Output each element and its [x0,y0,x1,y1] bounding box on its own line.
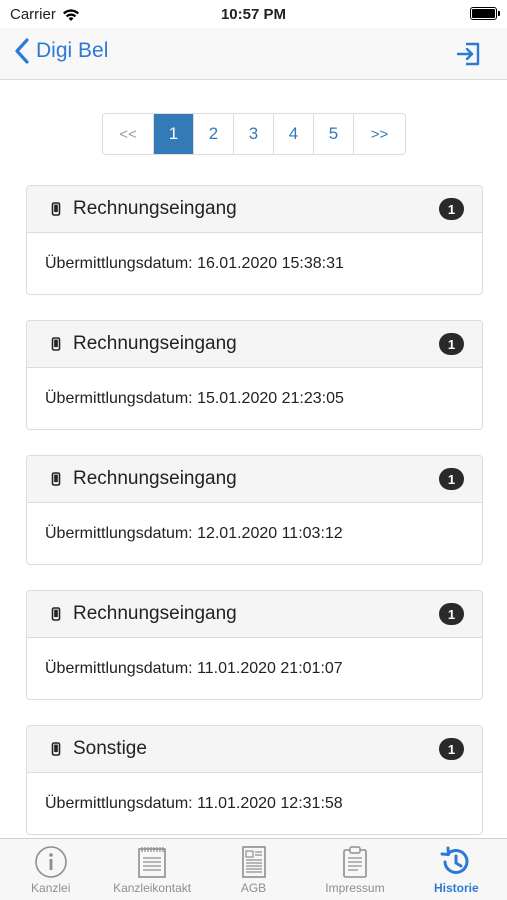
back-button[interactable]: Digi Bel [14,38,108,64]
entry-date: Übermittlungsdatum: 16.01.2020 15:38:31 [45,254,344,272]
page-button-2[interactable]: 2 [194,114,234,154]
status-bar: Carrier 10:57 PM [0,0,507,28]
clipboard-icon [343,846,367,878]
document-icon [241,846,266,878]
tab-kanzleikontakt[interactable]: Kanzleikontakt [101,839,202,900]
page-button-1[interactable]: 1 [154,114,194,154]
phone-icon [51,337,61,351]
history-entry[interactable]: Rechnungseingang 1 Übermittlungsdatum: 1… [26,455,483,565]
pagination: << 1 2 3 4 5 >> [102,113,406,155]
tab-historie[interactable]: Historie [406,839,507,900]
logout-icon [456,42,480,66]
tab-bar: Kanzlei Kanzleikontakt AGB Impressum His… [0,838,507,900]
clock: 10:57 PM [220,6,287,23]
entry-date: Übermittlungsdatum: 11.01.2020 12:31:58 [45,794,343,812]
count-badge: 1 [439,333,464,355]
phone-icon [51,202,61,216]
tab-kanzlei[interactable]: Kanzlei [0,839,101,900]
phone-icon [51,742,61,756]
history-content: << 1 2 3 4 5 >> Rechnungseingang 1 Überm… [0,81,507,838]
entry-date: Übermittlungsdatum: 15.01.2020 21:23:05 [45,389,344,407]
count-badge: 1 [439,468,464,490]
tab-label: Historie [433,881,479,895]
entry-header: Rechnungseingang 1 [27,186,482,233]
entry-title: Rechnungseingang [73,603,237,624]
tab-label: Impressum [325,881,385,895]
info-icon [34,846,67,878]
entry-date: Übermittlungsdatum: 11.01.2020 21:01:07 [45,659,343,677]
history-icon [440,846,469,874]
page-next-button[interactable]: >> [354,114,405,154]
notepad-icon [138,847,166,878]
page-first-button[interactable]: << [103,114,154,154]
entry-title: Rechnungseingang [73,333,237,354]
history-entry[interactable]: Rechnungseingang 1 Übermittlungsdatum: 1… [26,320,483,430]
count-badge: 1 [439,198,464,220]
back-label: Digi Bel [36,39,109,62]
history-entry[interactable]: Rechnungseingang 1 Übermittlungsdatum: 1… [26,185,483,295]
entry-title: Rechnungseingang [73,468,237,489]
entry-header: Rechnungseingang 1 [27,456,482,503]
history-list: Rechnungseingang 1 Übermittlungsdatum: 1… [26,185,483,838]
battery-icon [470,7,500,20]
count-badge: 1 [439,738,464,760]
entry-header: Rechnungseingang 1 [27,591,482,638]
page-button-3[interactable]: 3 [234,114,274,154]
count-badge: 1 [439,603,464,625]
history-entry[interactable]: Rechnungseingang 1 Übermittlungsdatum: 1… [26,590,483,700]
tab-impressum[interactable]: Impressum [304,839,405,900]
entry-title: Rechnungseingang [73,198,237,219]
chevron-left-icon [15,38,29,64]
history-entry[interactable]: Sonstige 1 Übermittlungsdatum: 11.01.202… [26,725,483,835]
logout-button[interactable] [455,40,483,68]
tab-label: Kanzlei [31,881,71,895]
entry-header: Sonstige 1 [27,726,482,773]
page-button-5[interactable]: 5 [314,114,354,154]
tab-agb[interactable]: AGB [203,839,304,900]
tab-label: Kanzleikontakt [113,881,192,895]
tab-label: AGB [240,881,267,895]
page-button-4[interactable]: 4 [274,114,314,154]
entry-title: Sonstige [73,738,147,759]
phone-icon [51,472,61,486]
navigation-bar: Digi Bel [0,28,507,80]
entry-date: Übermittlungsdatum: 12.01.2020 11:03:12 [45,524,343,542]
entry-header: Rechnungseingang 1 [27,321,482,368]
phone-icon [51,607,61,621]
